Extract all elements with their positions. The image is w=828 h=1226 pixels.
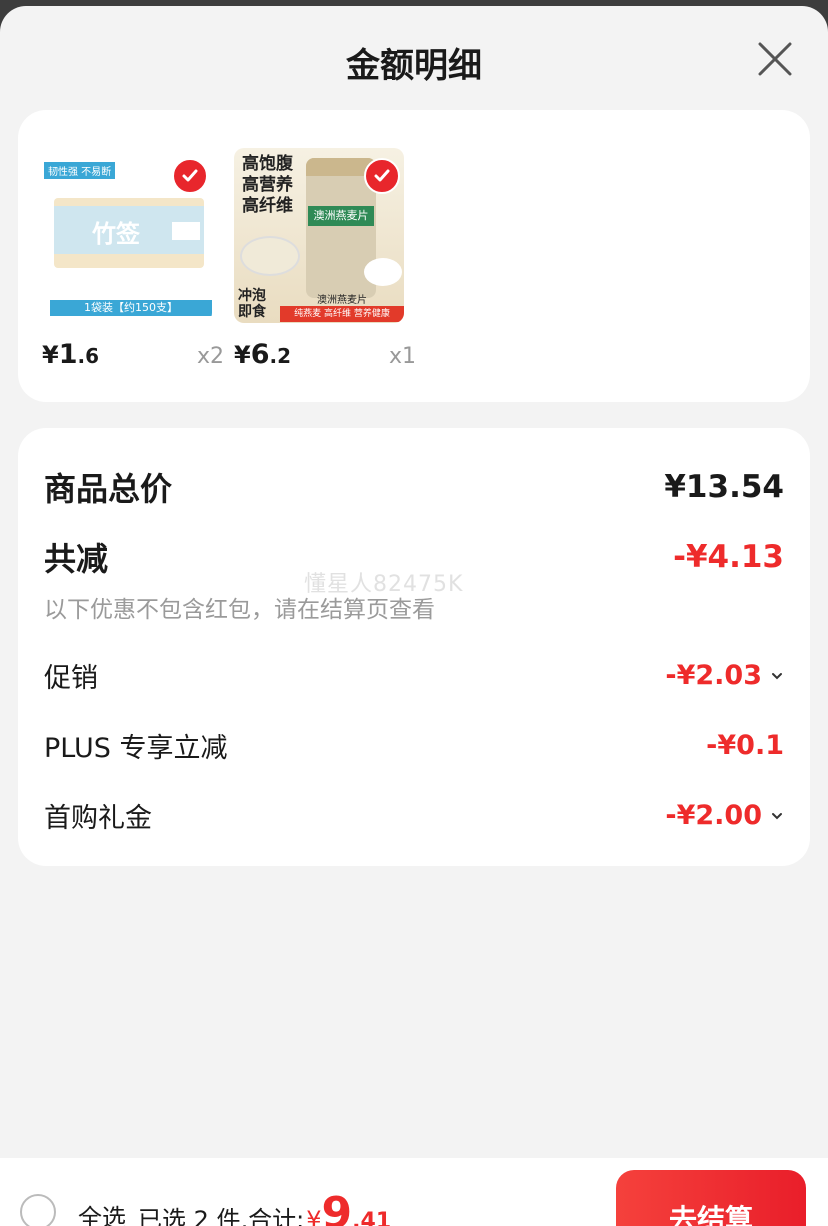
reduce-value: -¥4.13 xyxy=(673,539,784,575)
selected-total: 已选 2 件,合计: ¥ 9 .41 xyxy=(138,1192,391,1226)
product-image: 韧性强 不易断 竹签 1袋装【约150支】 xyxy=(42,148,212,323)
selected-check[interactable] xyxy=(172,158,208,194)
close-button[interactable] xyxy=(756,40,794,78)
product-tag: 韧性强 不易断 xyxy=(44,162,116,179)
product-price: ¥1.6 xyxy=(42,339,100,370)
checkmark-icon xyxy=(182,169,198,182)
discount-value: -¥0.1 xyxy=(706,730,784,761)
selected-check[interactable] xyxy=(364,158,400,194)
discount-value: -¥2.03 xyxy=(665,660,784,691)
sheet-title: 金额明细 xyxy=(346,46,482,86)
selected-text: 已选 2 件,合计: xyxy=(138,1206,305,1226)
total-label: 商品总价 xyxy=(44,470,173,508)
total-row: 商品总价 ¥13.54 xyxy=(44,464,784,510)
close-icon xyxy=(758,42,792,76)
select-all-radio[interactable] xyxy=(20,1194,56,1226)
discount-note: 以下优惠不包含红包，请在结算页查看 xyxy=(44,597,435,623)
checkout-button[interactable]: 去结算 xyxy=(616,1170,806,1226)
checkmark-icon xyxy=(374,169,390,182)
product-band: 澳洲燕麦片 纯燕麦 高纤维 营养健康 xyxy=(280,291,404,323)
product-side-text: 冲泡 即食 xyxy=(238,288,266,320)
product-quantity: x1 xyxy=(388,344,416,369)
product-image: 高饱腹 高营养 高纤维 澳洲燕麦片 冲泡 即食 澳洲燕麦片 纯燕麦 高纤维 营养… xyxy=(234,148,404,323)
product-quantity: x2 xyxy=(196,344,224,369)
product-caption: 1袋装【约150支】 xyxy=(50,300,212,316)
jar-label: 澳洲燕麦片 xyxy=(308,206,374,226)
chevron-down-icon xyxy=(772,672,782,679)
products-card: 韧性强 不易断 竹签 1袋装【约150支】 ¥1.6 x2 高饱腹 高营养 高纤… xyxy=(18,110,810,402)
discount-label: 促销 xyxy=(44,663,98,694)
product-item[interactable]: 高饱腹 高营养 高纤维 澳洲燕麦片 冲泡 即食 澳洲燕麦片 纯燕麦 高纤维 营养… xyxy=(234,148,416,370)
discount-row-first-purchase[interactable]: 首购礼金 -¥2.00 xyxy=(44,796,784,835)
select-all-label[interactable]: 全选 xyxy=(78,1198,126,1226)
chevron-down-icon xyxy=(772,812,782,819)
total-decimal: .41 xyxy=(352,1209,392,1226)
summary-card: 商品总价 ¥13.54 共减 -¥4.13 懂星人82475K 以下优惠不包含红… xyxy=(18,428,810,866)
amount-detail-sheet: 金额明细 韧性强 不易断 竹签 1袋装【约150支】 ¥1.6 x2 高饱腹 高… xyxy=(0,6,828,1226)
bottom-bar: 全选 已选 2 件,合计: ¥ 9 .41 去结算 xyxy=(0,1158,828,1226)
product-price: ¥6.2 xyxy=(234,339,292,370)
discount-label: 首购礼金 xyxy=(44,803,152,834)
oat-bowl xyxy=(240,236,300,276)
product-brand: 竹签 xyxy=(92,220,140,248)
product-headline: 高饱腹 高营养 高纤维 xyxy=(242,154,293,216)
total-value: ¥13.54 xyxy=(664,469,784,505)
product-item[interactable]: 韧性强 不易断 竹签 1袋装【约150支】 ¥1.6 x2 xyxy=(42,148,224,370)
discount-label: PLUS 专享立减 xyxy=(44,733,228,764)
reduce-label: 共减 xyxy=(44,540,109,578)
discount-row-plus: PLUS 专享立减 -¥0.1 xyxy=(44,726,784,765)
product-package: 竹签 xyxy=(54,198,204,268)
discount-value: -¥2.00 xyxy=(665,800,784,831)
discount-row-promotion[interactable]: 促销 -¥2.03 xyxy=(44,656,784,695)
total-integer: 9 xyxy=(321,1188,353,1226)
total-currency: ¥ xyxy=(306,1206,322,1226)
fruit-bowl xyxy=(364,258,402,286)
